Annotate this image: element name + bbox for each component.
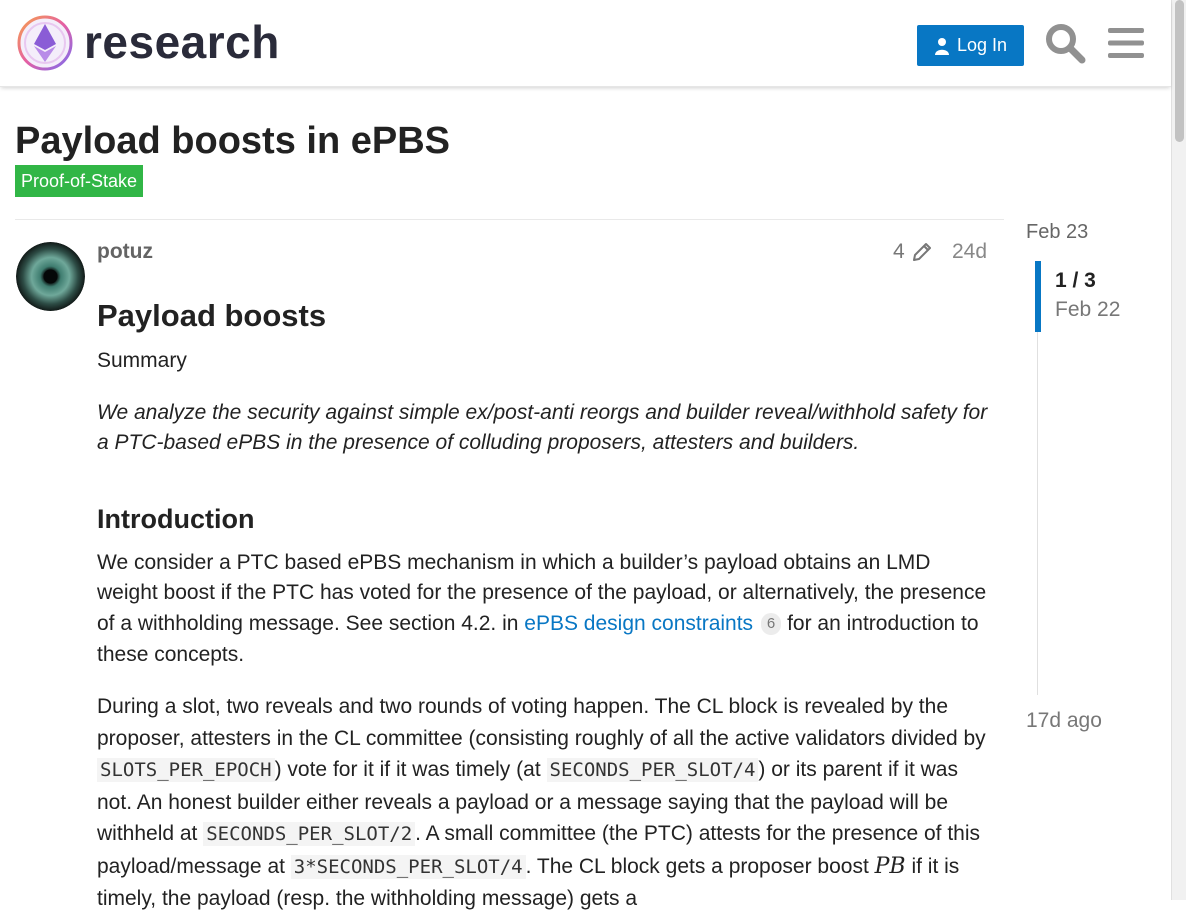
- epbs-design-constraints-link[interactable]: ePBS design constraints: [524, 612, 753, 635]
- pencil-icon: [912, 243, 931, 261]
- brand-name[interactable]: research: [84, 12, 280, 72]
- slot-text: ) vote for it if it was timely (at: [274, 758, 547, 782]
- topic-title[interactable]: Payload boosts in ePBS: [15, 118, 450, 164]
- site-header: research Log In: [0, 0, 1171, 87]
- category-badge[interactable]: Proof-of-Stake: [15, 165, 144, 197]
- timeline-start-date[interactable]: Feb 23: [1026, 221, 1088, 244]
- timeline-end-date[interactable]: 17d ago: [1026, 709, 1102, 733]
- page-scrollbar[interactable]: [1171, 0, 1186, 900]
- ethereum-logo[interactable]: [16, 14, 74, 72]
- post-heading: Payload boosts: [97, 298, 327, 333]
- code-seconds-per-slot-2: SECONDS_PER_SLOT/2: [203, 822, 416, 847]
- slot-text: During a slot, two reveals and two round…: [97, 695, 986, 750]
- scrollbar-thumb[interactable]: [1175, 0, 1184, 142]
- edit-count: 4: [893, 240, 905, 263]
- post-body: Payload boosts Summary We analyze the se…: [97, 290, 992, 915]
- link-click-count: 6: [760, 612, 782, 635]
- title-divider: [15, 219, 1004, 220]
- user-icon: [934, 37, 949, 55]
- introduction-paragraph: We consider a PTC based ePBS mechanism i…: [97, 548, 992, 670]
- abstract-text: We analyze the security against simple e…: [97, 400, 988, 455]
- login-button[interactable]: Log In: [917, 25, 1024, 66]
- introduction-heading: Introduction: [97, 503, 255, 534]
- math-pb: PB: [874, 853, 906, 879]
- post-author[interactable]: potuz: [97, 240, 153, 264]
- code-slots-per-epoch: SLOTS_PER_EPOCH: [97, 758, 275, 783]
- search-icon[interactable]: [1044, 22, 1086, 64]
- code-3-seconds-per-slot-4: 3*SECONDS_PER_SLOT/4: [290, 854, 526, 879]
- summary-label: Summary: [97, 349, 187, 372]
- timeline-handle[interactable]: [1035, 261, 1041, 332]
- timeline-position-date: Feb 22: [1055, 298, 1121, 321]
- timeline-position: 1 / 3: [1055, 269, 1096, 292]
- hamburger-menu-icon[interactable]: [1108, 27, 1144, 59]
- post-date[interactable]: 24d: [952, 240, 987, 264]
- edit-history[interactable]: 4: [893, 240, 933, 264]
- login-label: Log In: [956, 35, 1008, 55]
- code-seconds-per-slot-4: SECONDS_PER_SLOT/4: [546, 758, 759, 783]
- slot-paragraph: During a slot, two reveals and two round…: [97, 691, 992, 915]
- avatar[interactable]: [16, 242, 85, 311]
- slot-text: . The CL block gets a proposer boost: [525, 854, 875, 878]
